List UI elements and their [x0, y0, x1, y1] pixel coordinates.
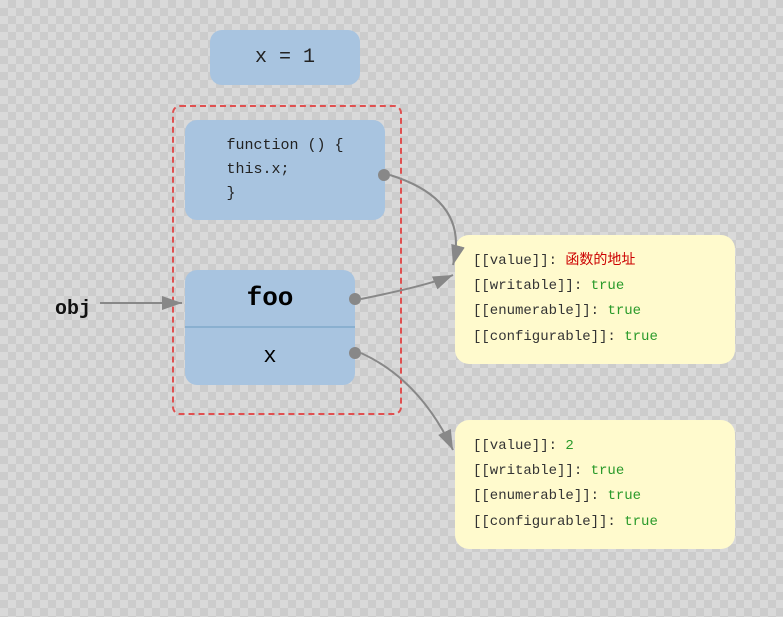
value-val-top: 函数的地址: [565, 253, 635, 269]
function-line1: function () {: [226, 134, 343, 158]
obj-label: obj: [55, 298, 91, 321]
x1-label: x = 1: [255, 46, 315, 69]
value-label-bot: [[value]]:: [473, 438, 557, 454]
value-label: [[value]]:: [473, 253, 557, 269]
box-function: function () { this.x; }: [185, 120, 385, 220]
writable-label-bot: [[writable]]:: [473, 463, 582, 479]
writable-label-top: [[writable]]:: [473, 278, 582, 294]
yellow-box-bottom: [[value]]: 2 [[writable]]: true [[enumer…: [455, 420, 735, 549]
yellow-box-top: [[value]]: 函数的地址 [[writable]]: true [[en…: [455, 235, 735, 364]
enumerable-label-bot: [[enumerable]]:: [473, 488, 599, 504]
writable-val-bot: true: [591, 463, 625, 479]
enumerable-val-top: true: [607, 303, 641, 319]
foo-label: foo: [185, 270, 355, 328]
enumerable-val-bot: true: [607, 488, 641, 504]
value-val-bot: 2: [565, 438, 573, 454]
function-line3: }: [226, 182, 343, 206]
box-x-equals-1: x = 1: [210, 30, 360, 85]
configurable-val-top: true: [624, 329, 658, 345]
function-line2: this.x;: [226, 158, 343, 182]
enumerable-label-top: [[enumerable]]:: [473, 303, 599, 319]
x-label: x: [185, 328, 355, 385]
configurable-label-top: [[configurable]]:: [473, 329, 616, 345]
configurable-val-bot: true: [624, 514, 658, 530]
box-foo-x: foo x: [185, 270, 355, 385]
writable-val-top: true: [591, 278, 625, 294]
configurable-label-bot: [[configurable]]:: [473, 514, 616, 530]
diagram: x = 1 function () { this.x; } foo x obj …: [0, 0, 783, 617]
